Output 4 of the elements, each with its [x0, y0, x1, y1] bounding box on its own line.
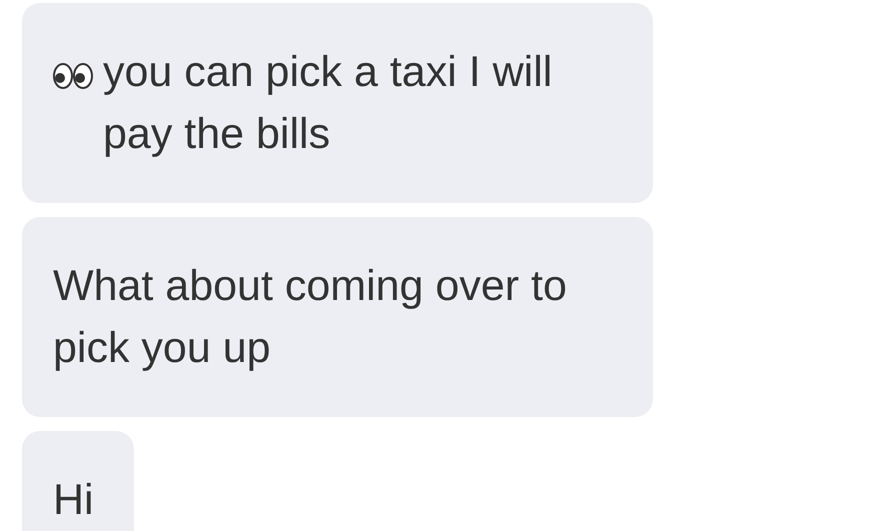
message-text: you can pick a taxi I will pay the bills — [103, 47, 554, 160]
eyes-icon — [53, 63, 93, 89]
message-text: Hi — [53, 475, 94, 526]
message-text: What about coming over to pick you up — [53, 261, 568, 374]
